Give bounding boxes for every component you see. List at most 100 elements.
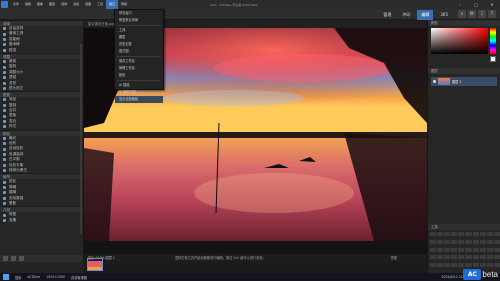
tool-grid-icon[interactable]: [493, 239, 500, 244]
color-panel-header: 颜色: [428, 20, 500, 26]
window-menu-item[interactable]: 历史记录: [115, 41, 163, 48]
menu-window[interactable]: 窗口: [106, 0, 119, 9]
color-swatch[interactable]: [490, 56, 496, 62]
tool-grid-icon[interactable]: [472, 239, 479, 244]
tool-grid-icon[interactable]: [472, 255, 479, 260]
tool-grid-icon[interactable]: [430, 232, 437, 236]
tool-grid-icon[interactable]: [493, 255, 500, 260]
window-menu-item[interactable]: 图层: [115, 34, 163, 41]
redo-icon[interactable]: [11, 256, 16, 261]
tool-grid-icon[interactable]: [465, 232, 472, 236]
layer-name: 图层 1: [452, 80, 462, 84]
window-menu-item[interactable]: 保存工作区: [115, 58, 163, 65]
menu-tools[interactable]: 工具: [94, 0, 106, 9]
minimize-button[interactable]: –: [452, 0, 468, 9]
tool-grid-icon[interactable]: [430, 239, 437, 244]
tool-grid-icon[interactable]: [444, 232, 451, 236]
tool-grid-icon[interactable]: [458, 247, 465, 252]
menu-image[interactable]: 图像: [34, 0, 46, 9]
tab-edit[interactable]: 编辑: [417, 10, 434, 20]
tool-grid-icon[interactable]: [465, 247, 472, 252]
tool-grid-icon[interactable]: [430, 263, 437, 268]
menu-filter[interactable]: 滤镜: [70, 0, 82, 9]
tool-grid-icon[interactable]: [479, 239, 486, 244]
close-button[interactable]: ✕: [484, 0, 500, 9]
taskbar-acdsee[interactable]: ACDSee: [24, 275, 43, 279]
tool-item[interactable]: 克隆: [0, 218, 83, 223]
window-menu-item[interactable]: 管理工作区: [115, 65, 163, 72]
tool-grid-icon[interactable]: [493, 232, 500, 236]
menu-select[interactable]: 选择: [58, 0, 70, 9]
tab-365[interactable]: 365: [436, 10, 452, 20]
menu-edit[interactable]: 编辑: [22, 0, 34, 9]
tool-grid-icon[interactable]: [486, 255, 493, 260]
windows-start-icon[interactable]: [3, 274, 9, 280]
window-menu-item[interactable]: 停靠窗口: [115, 10, 163, 17]
search-icon[interactable]: ⌕: [458, 10, 466, 18]
tool-grid-icon[interactable]: [430, 247, 437, 252]
tool-grid-icon[interactable]: [472, 232, 479, 236]
tool-grid-icon[interactable]: [458, 255, 465, 260]
tool-grid-icon[interactable]: [479, 247, 486, 252]
tool-grid-icon[interactable]: [430, 255, 437, 260]
maximize-button[interactable]: □: [468, 0, 484, 9]
tool-grid-icon[interactable]: [444, 255, 451, 260]
tool-grid-icon[interactable]: [444, 239, 451, 244]
window-menu-item[interactable]: 工具: [115, 27, 163, 34]
tool-grid-icon[interactable]: [479, 255, 486, 260]
menu-view[interactable]: 视图: [82, 0, 94, 9]
tool-grid-icon[interactable]: [458, 239, 465, 244]
layer-row[interactable]: 图层 1: [431, 77, 497, 86]
tool-grid-icon[interactable]: [437, 232, 444, 236]
tool-grid-icon[interactable]: [437, 247, 444, 252]
color-picker-field[interactable]: [431, 28, 488, 54]
eye-icon[interactable]: [433, 80, 436, 83]
tool-grid-icon[interactable]: [451, 239, 458, 244]
gear-icon[interactable]: ⚙: [468, 10, 476, 18]
tool-grid-icon[interactable]: [437, 239, 444, 244]
undo-icon[interactable]: [3, 256, 8, 261]
tool-grid-icon[interactable]: [472, 247, 479, 252]
tool-grid-icon[interactable]: [458, 232, 465, 236]
tool-icon: [3, 37, 6, 41]
tool-grid-icon[interactable]: [451, 263, 458, 268]
tool-grid-icon[interactable]: [451, 232, 458, 236]
tool-grid-icon[interactable]: [451, 247, 458, 252]
window-menu-item[interactable]: 恢复默认布局: [115, 17, 163, 24]
tool-grid-icon[interactable]: [437, 263, 444, 268]
tool-grid-icon[interactable]: [437, 255, 444, 260]
tool-grid-icon[interactable]: [465, 255, 472, 260]
tool-grid-icon[interactable]: [444, 247, 451, 252]
status-bar: 显示 100% 图层 1 选择左侧工具开始对图像进行编辑。按住 Ctrl 键可以…: [84, 254, 427, 262]
tool-grid-icon[interactable]: [479, 232, 486, 236]
tool-icon: [3, 48, 6, 52]
taskbar-explorer[interactable]: 资源管理器: [68, 275, 90, 280]
tab-develop[interactable]: 冲印: [398, 10, 414, 20]
tool-label: 镜头校正: [9, 85, 24, 90]
tool-grid-icon[interactable]: [493, 247, 500, 252]
window-menu-item[interactable]: 显示全部面板: [115, 96, 163, 103]
left-panel-scrollbar[interactable]: [80, 44, 82, 234]
tool-icon: [3, 103, 6, 107]
tool-grid-icon[interactable]: [486, 247, 493, 252]
window-menu-item[interactable]: Al 智能: [115, 82, 163, 89]
tab-manage[interactable]: 管理: [379, 10, 395, 20]
menu-layer[interactable]: 图层: [46, 0, 58, 9]
filmstrip-thumbnail[interactable]: [87, 258, 103, 271]
tool-grid-icon[interactable]: [486, 239, 493, 244]
window-menu-item[interactable]: 直方图: [115, 48, 163, 55]
tool-grid-icon[interactable]: [465, 239, 472, 244]
hue-slider[interactable]: [490, 28, 496, 54]
bell-icon[interactable]: ♪: [478, 10, 486, 18]
taskbar-search[interactable]: 搜索: [12, 275, 24, 280]
menu-help[interactable]: 帮助: [118, 0, 130, 9]
reset-icon[interactable]: [19, 256, 24, 261]
window-menu-item[interactable]: 颜色: [115, 72, 163, 79]
menu-file[interactable]: 文件: [10, 0, 22, 9]
window-menu-item[interactable]: Al 面部识别: [115, 89, 163, 96]
tool-grid-icon[interactable]: [444, 263, 451, 268]
tool-grid-icon[interactable]: [451, 255, 458, 260]
help-icon[interactable]: ?: [488, 10, 496, 18]
left-tools-panel: 选择 自由选择 套索工具 智能刷 魔术棒 框选 调整 裁剪 旋转 调整大小 透视 变形 镜头校正 图层 添加…: [0, 20, 84, 262]
tool-grid-icon[interactable]: [486, 232, 493, 236]
